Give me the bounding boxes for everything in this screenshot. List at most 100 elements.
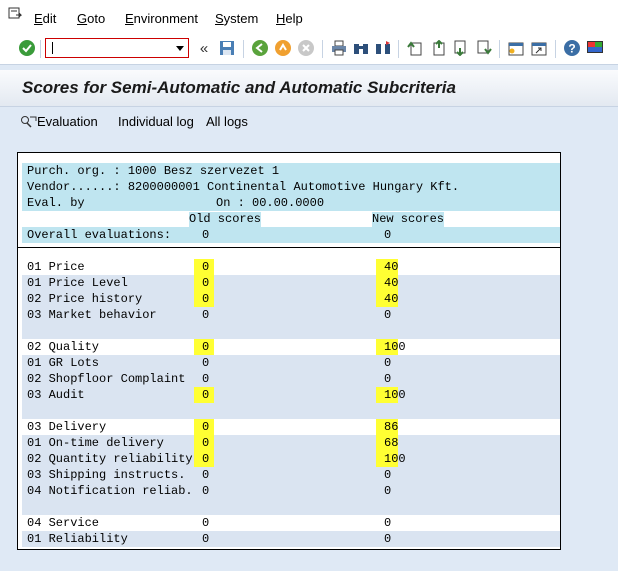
old-score-cell: 0 (194, 515, 214, 531)
menu-system[interactable]: System (215, 11, 258, 26)
application-toolbar: Evaluation Individual log All logs (0, 107, 618, 137)
help-icon[interactable]: ? (562, 38, 582, 58)
score-row: 03 Market behavior 0 0 (22, 307, 560, 323)
new-score-cell: 68 (376, 435, 398, 451)
eval-by-label: Eval. by (27, 196, 85, 210)
new-score-cell: 0 (376, 307, 398, 323)
score-row: 01 Price 0 40 (22, 259, 560, 275)
spacer-row (22, 323, 560, 339)
criterion-label: 03 Shipping instructs. (27, 468, 186, 482)
old-score-cell: 0 (194, 531, 214, 547)
old-score: 0 (202, 292, 210, 306)
exit-icon[interactable] (273, 38, 293, 58)
menu-help[interactable]: Help (276, 11, 303, 26)
new-score-cell: 100 (376, 387, 406, 403)
old-score-cell: 0 (194, 387, 214, 403)
shortcut-icon[interactable] (529, 38, 549, 58)
new-score: 68 (384, 436, 399, 450)
old-score: 0 (202, 340, 210, 354)
overall-label: Overall evaluations: (27, 228, 172, 242)
criterion-label: 01 GR Lots (27, 356, 100, 370)
cancel-icon[interactable] (296, 38, 316, 58)
create-session-icon[interactable] (506, 38, 526, 58)
old-score: 0 (202, 532, 210, 546)
old-score-cell: 0 (194, 339, 214, 355)
score-row: 01 Reliability 0 0 (22, 531, 560, 547)
new-score-cell: 0 (376, 467, 398, 483)
last-page-icon[interactable] (474, 38, 494, 58)
old-score: 0 (202, 388, 210, 402)
new-score-cell: 0 (376, 531, 398, 547)
toolbar-separator (398, 40, 399, 58)
old-score: 0 (202, 484, 210, 498)
toolbar-separator (322, 40, 323, 58)
new-score-cell: 0 (376, 483, 398, 499)
new-score: 40 (384, 276, 399, 290)
all-logs-button[interactable]: All logs (206, 114, 248, 129)
app-menu-icon[interactable] (8, 7, 22, 20)
new-score: 0 (384, 468, 392, 482)
enter-check-icon[interactable] (17, 38, 37, 58)
old-score: 0 (202, 468, 210, 482)
new-score-cell: 0 (376, 355, 398, 371)
criterion-label: 01 Price Level (27, 276, 128, 290)
find-next-icon[interactable] (373, 38, 393, 58)
command-history-dropdown-icon[interactable] (176, 46, 184, 51)
criterion-label: 04 Service (27, 516, 100, 530)
customize-layout-icon[interactable] (585, 38, 605, 58)
new-score-cell: 0 (376, 515, 398, 531)
next-page-icon[interactable] (451, 38, 471, 58)
old-score: 0 (202, 260, 210, 274)
menu-goto[interactable]: Goto (77, 11, 105, 26)
previous-page-icon[interactable] (428, 38, 448, 58)
first-page-icon[interactable] (405, 38, 425, 58)
menu-environment[interactable]: Environment (125, 11, 198, 26)
evaluation-icon (21, 116, 37, 128)
old-score: 0 (202, 452, 210, 466)
all-logs-label: All logs (206, 114, 248, 129)
individual-log-label: Individual log (118, 114, 194, 129)
spacer-row (22, 403, 560, 419)
new-score: 0 (384, 356, 392, 370)
collapse-command-field-icon[interactable]: « (194, 38, 214, 58)
criterion-label: 01 On-time delivery (27, 436, 164, 450)
new-score-cell: 100 (376, 339, 406, 355)
old-score: 0 (202, 308, 210, 322)
criterion-label: 03 Audit (27, 388, 85, 402)
criterion-label: 01 Price (27, 260, 85, 274)
menu-edit[interactable]: Edit (34, 11, 56, 26)
new-score-cell: 86 (376, 419, 398, 435)
find-icon[interactable] (351, 38, 371, 58)
criterion-label: 02 Price history (27, 292, 143, 306)
new-score: 40 (384, 292, 399, 306)
score-row: 04 Service 0 0 (22, 515, 560, 531)
old-score: 0 (202, 276, 210, 290)
scores-list: Purch. org. : 1000 Besz szervezet 1 Vend… (17, 152, 561, 550)
score-row: 02 Quality 0 100 (22, 339, 560, 355)
print-icon[interactable] (329, 38, 349, 58)
evaluation-button[interactable]: Evaluation (20, 114, 98, 129)
evaluation-label: Evaluation (37, 114, 98, 129)
new-scores-header: New scores (372, 212, 445, 227)
overall-old-score: 0 (202, 228, 210, 242)
back-icon[interactable] (250, 38, 270, 58)
individual-log-button[interactable]: Individual log (118, 114, 194, 129)
score-row: 03 Audit 0 100 (22, 387, 560, 403)
old-scores-header: Old scores (189, 212, 262, 227)
svg-text:?: ? (568, 42, 575, 56)
old-score: 0 (202, 356, 210, 370)
new-score-cell: 100 (376, 451, 406, 467)
old-score-cell: 0 (194, 291, 214, 307)
old-score: 0 (202, 420, 210, 434)
criterion-label: 01 Reliability (27, 532, 128, 546)
score-row: 04 Notification reliab. 0 0 (22, 483, 560, 499)
divider (18, 247, 560, 248)
new-score: 0 (384, 532, 392, 546)
new-score: 0 (384, 516, 392, 530)
overall-new-score: 0 (384, 228, 392, 242)
new-score: 0 (384, 372, 392, 386)
old-score: 0 (202, 372, 210, 386)
header-row: Vendor......: 8200000001 Continental Aut… (22, 179, 560, 195)
save-icon[interactable] (217, 38, 237, 58)
command-field[interactable] (45, 38, 189, 58)
